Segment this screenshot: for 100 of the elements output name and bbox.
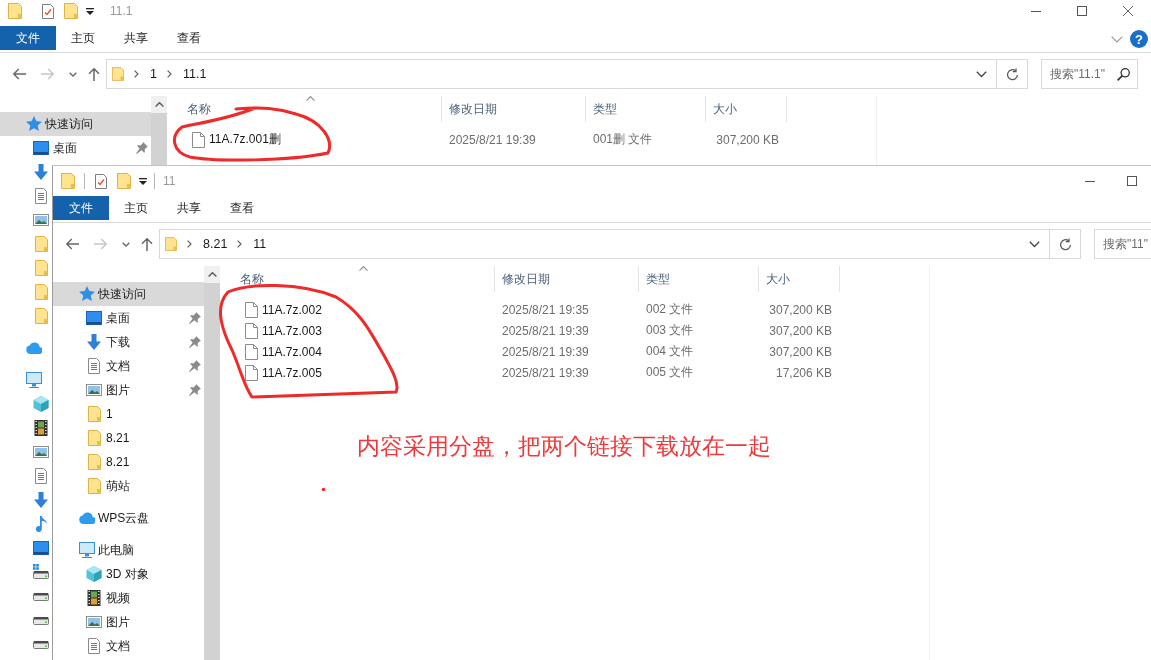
scroll-up-icon[interactable]: [207, 272, 217, 277]
back-arrow-icon: [65, 238, 79, 250]
chevron-right-icon[interactable]: [187, 240, 192, 248]
file-name[interactable]: 11A.7z.003: [262, 323, 322, 338]
window-title: 11.1: [110, 4, 133, 18]
document-icon: [86, 358, 102, 374]
pin-icon[interactable]: [189, 384, 201, 396]
file-name[interactable]: 11A.7z.004: [262, 344, 322, 359]
nav-item[interactable]: 1: [53, 402, 204, 426]
folder-icon: [86, 430, 102, 446]
modified-date: 2025/8/21 19:39: [448, 132, 537, 147]
dropdown-caret-icon[interactable]: [1029, 240, 1040, 248]
file-name[interactable]: 11A.7z.002: [262, 302, 322, 317]
breadcrumb-item[interactable]: 11: [253, 237, 267, 251]
nav-item[interactable]: 此电脑: [53, 538, 204, 562]
cloud-icon: [79, 510, 95, 526]
document-icon: [86, 638, 102, 654]
minimize-icon: [1085, 180, 1095, 182]
cube-icon: [86, 566, 102, 582]
maximize-icon: [1077, 6, 1087, 16]
cube-icon: [33, 396, 49, 412]
folder-icon: [112, 67, 124, 81]
folder-icon[interactable]: [61, 173, 75, 189]
address-bar[interactable]: 8.21 11: [159, 229, 1050, 259]
up-arrow-icon: [87, 67, 100, 81]
refresh-button[interactable]: [1050, 229, 1081, 259]
dot-icon: [321, 487, 326, 492]
nav-item[interactable]: 文档: [53, 634, 204, 658]
pin-icon[interactable]: [189, 336, 201, 348]
document-icon: [33, 468, 49, 484]
desktop-icon: [33, 140, 49, 156]
chevron-down-icon: [121, 241, 130, 247]
modified-date: 2025/8/21 19:39: [501, 344, 590, 359]
ribbon-tab[interactable]: 主页: [109, 196, 162, 220]
file-size: 307,200 KB: [768, 302, 833, 317]
film-icon: [86, 590, 102, 606]
document-icon: [33, 188, 49, 204]
refresh-icon: [1005, 67, 1019, 81]
nav-item[interactable]: 桌面: [53, 306, 204, 330]
desktop-icon: [86, 310, 102, 326]
nav-item[interactable]: 下载: [53, 330, 204, 354]
folder-icon: [33, 308, 49, 324]
column-header[interactable]: 名称: [233, 266, 495, 292]
window-title: 11: [163, 174, 176, 188]
pin-icon[interactable]: [189, 312, 201, 324]
file-icon: [192, 131, 205, 148]
cloud-icon: [26, 340, 42, 356]
chevron-right-icon[interactable]: [237, 240, 243, 248]
folder-icon: [33, 260, 49, 276]
column-header[interactable]: 类型: [639, 266, 759, 292]
file-icon: [245, 343, 258, 360]
download-arrow-icon: [33, 492, 49, 508]
minimize-icon: [1031, 10, 1041, 12]
file-size: 307,200 KB: [715, 132, 780, 147]
up-arrow-icon: [140, 237, 153, 251]
folder-icon[interactable]: [117, 173, 131, 189]
file-type: 003 文件: [645, 322, 695, 339]
column-header[interactable]: 大小: [759, 266, 840, 292]
ribbon-tab[interactable]: 查看: [215, 196, 268, 220]
file-size: 307,200 KB: [768, 344, 833, 359]
dropdown-icon[interactable]: [139, 177, 147, 185]
system-drive-icon: [33, 564, 49, 580]
picture-icon: [86, 382, 102, 398]
folder-icon: [86, 406, 102, 422]
forward-arrow-icon: [41, 68, 55, 80]
file-tab[interactable]: 文件: [53, 196, 109, 220]
file-type: 001删 文件: [592, 131, 654, 148]
nav-item[interactable]: 视频: [53, 586, 204, 610]
ribbon-tab[interactable]: 共享: [162, 196, 215, 220]
back-arrow-icon: [12, 68, 26, 80]
annotation-text: 内容采用分盘，把两个链接下载放在一起: [357, 433, 771, 459]
nav-item[interactable]: 文档: [53, 354, 204, 378]
column-header[interactable]: 修改日期: [495, 266, 639, 292]
picture-icon: [33, 212, 49, 228]
breadcrumb-item[interactable]: 8.21: [203, 237, 228, 251]
file-size: 17,206 KB: [774, 365, 833, 380]
nav-item[interactable]: 8.21: [53, 426, 204, 450]
nav-item[interactable]: 萌站: [53, 474, 204, 498]
nav-item[interactable]: 快速访问: [53, 282, 204, 306]
folder-icon: [33, 284, 49, 300]
nav-item[interactable]: 图片: [53, 610, 204, 634]
nav-item[interactable]: 3D 对象: [53, 562, 204, 586]
download-arrow-icon: [86, 334, 102, 350]
modified-date: 2025/8/21 19:35: [501, 302, 590, 317]
maximize-icon: [1127, 176, 1137, 186]
nav-item[interactable]: 图片: [53, 378, 204, 402]
nav-item[interactable]: WPS云盘: [53, 506, 204, 530]
file-name[interactable]: 11A.7z.005: [262, 365, 322, 380]
search-field[interactable]: 搜索"11": [1094, 229, 1151, 259]
music-note-icon: [33, 516, 49, 532]
file-type: 005 文件: [645, 364, 695, 381]
forward-arrow-icon: [94, 238, 108, 250]
nav-item[interactable]: 8.21: [53, 450, 204, 474]
modified-date: 2025/8/21 19:39: [501, 365, 590, 380]
download-arrow-icon: [33, 164, 49, 180]
picture-icon: [33, 444, 49, 460]
pin-icon[interactable]: [189, 360, 201, 372]
star-icon: [26, 116, 42, 132]
document-check-icon[interactable]: [95, 173, 107, 189]
sort-caret-icon: [359, 266, 368, 271]
